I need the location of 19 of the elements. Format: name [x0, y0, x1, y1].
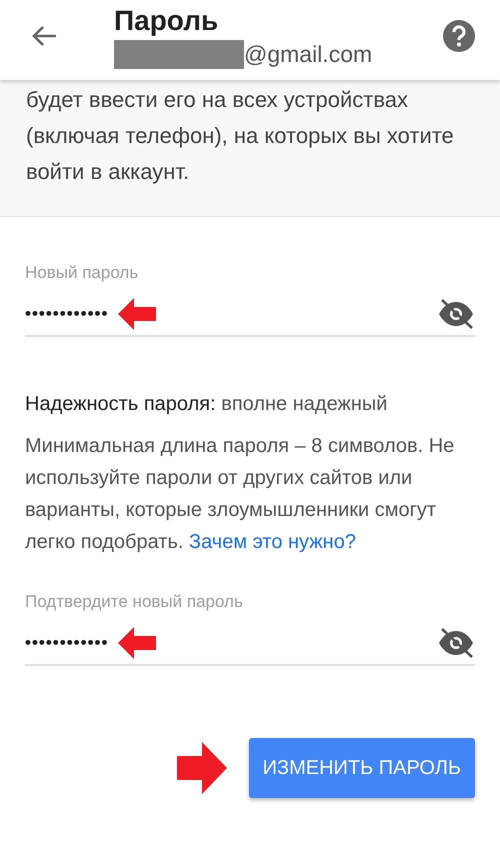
pointer-arrow [118, 298, 156, 330]
password-field[interactable]: •••••••••••• [25, 304, 108, 324]
pointer-arrow [118, 627, 156, 659]
hint-text: Минимальная длина пароля – 8 символов. Не используйте пароли от других сайтов или варианты, которые злоумышленники смогут легко подобрать. Зачем это нужно? [25, 434, 456, 555]
field-label: Подтвердите новый пароль [25, 592, 244, 612]
change-password-button[interactable]: ИЗМЕНИТЬ ПАРОЛЬ [248, 738, 475, 798]
help-icon[interactable] [442, 19, 476, 53]
page-title: Пароль [114, 4, 220, 38]
password-field[interactable]: •••••••••••• [25, 633, 108, 653]
account-email: @gmail.com [244, 41, 372, 68]
help-link[interactable]: Зачем это нужно? [189, 531, 356, 553]
intro-text: будет ввести его на всех устройствах (включая телефон), на которых вы хотите войти в аккаунт. [26, 86, 455, 186]
strength-label: Надежность пароля: [25, 393, 216, 415]
eye-slash-icon[interactable] [437, 628, 475, 658]
eye-slash-icon[interactable] [437, 299, 475, 329]
pointer-arrow [176, 742, 227, 794]
field-label: Новый пароль [25, 263, 140, 283]
strength-value: вполне надежный [221, 393, 388, 415]
back-icon[interactable] [30, 24, 58, 48]
